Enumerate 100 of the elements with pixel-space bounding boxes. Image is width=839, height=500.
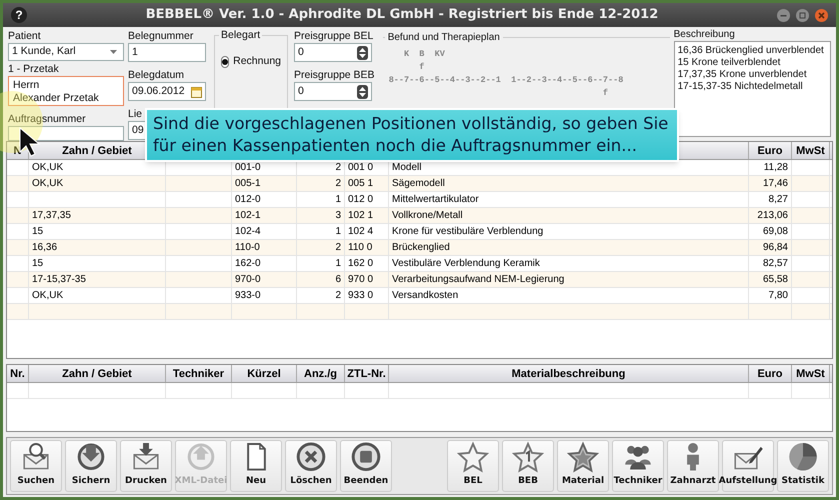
column-header: MwSt — [796, 368, 825, 380]
table-cell: OK,UK — [32, 178, 64, 189]
group-label: Befund und Therapieplan — [384, 30, 503, 45]
column-header: ZTL-Nr. — [347, 368, 386, 380]
field-label: Lie — [128, 107, 144, 121]
table-cell: 96,84 — [762, 242, 788, 253]
description-field[interactable]: 16,36 Brückenglied unverblendet 15 Krone teilverblendet 17,37,35 Krone unverblendet 17-15,37-35 Nichtedelmetall — [674, 41, 831, 137]
toolbar-button[interactable]: Neu — [230, 440, 282, 492]
table-cell: 933 0 — [348, 290, 374, 301]
table-cell: 2 — [335, 178, 341, 189]
table-cell: 8,27 — [768, 194, 788, 205]
pie-chart-icon — [787, 441, 819, 472]
table-cell: Vestibuläre Verblendung Keramik — [392, 258, 540, 269]
table-cell: 65,58 — [762, 274, 788, 285]
table-cell: 17-15,37-35 — [32, 274, 86, 285]
column-header: Zahn / Gebiet — [62, 145, 132, 157]
maximize-button[interactable] — [796, 8, 809, 22]
table-cell: Brückenglied — [392, 242, 450, 253]
price-group-spinner[interactable]: 0 — [294, 43, 372, 62]
table-cell: 17,46 — [762, 178, 788, 189]
address-field[interactable]: Herrn Alexander Przetak — [8, 76, 124, 106]
table-cell: 102 4 — [348, 226, 374, 237]
table-cell: 1 — [335, 226, 341, 237]
table-cell: Krone für vestibuläre Verblendung — [392, 226, 544, 237]
field-label: Patient — [8, 29, 42, 43]
table-cell: 2 — [335, 290, 341, 301]
table-cell: 16,36 — [32, 242, 58, 253]
tooltip: Sind die vorgeschlagenen Positionen vollständig, so geben Sie für einen Kassenpatienten noch die Auftragsnummer ein... — [145, 108, 679, 162]
column-header: Euro — [757, 145, 783, 157]
table-cell: 001 0 — [348, 162, 374, 173]
star-icon — [457, 441, 489, 472]
column-header: Euro — [757, 368, 783, 380]
table-cell: 970 0 — [348, 274, 374, 285]
table-cell: Modell — [392, 162, 422, 173]
toolbar-button[interactable]: BEL — [447, 440, 499, 492]
table-cell: 6 — [335, 274, 341, 285]
table-cell: Mittelwertartikulator — [392, 194, 479, 205]
spinner-arrows-icon — [357, 84, 368, 98]
table-cell: 110-0 — [235, 242, 260, 253]
table-cell: 11,28 — [764, 162, 788, 173]
table-cell: Versandkosten — [392, 290, 458, 301]
star-icon — [512, 441, 544, 472]
table-cell: OK,UK — [32, 290, 64, 301]
close-button[interactable] — [815, 8, 828, 22]
toolbar-button[interactable]: Beenden — [340, 440, 392, 492]
minimize-button[interactable] — [777, 8, 790, 22]
star-icon — [567, 441, 599, 472]
table-cell: 005 1 — [348, 178, 374, 189]
column-header: Materialbeschreibung — [512, 368, 626, 380]
field-label: Belegdatum — [128, 68, 186, 82]
dropdown-arrow-icon — [109, 48, 118, 55]
table-cell: Sägemodell — [392, 178, 445, 189]
spinner-arrows-icon — [357, 46, 368, 60]
column-header: Techniker — [172, 368, 224, 380]
column-header: Nr. — [10, 368, 25, 380]
window-title: BEBBEL® Ver. 1.0 - Aphrodite DL GmbH - Registriert bis Ende 12-2012 — [144, 6, 660, 24]
table-cell: 17,37,35 — [32, 210, 71, 221]
toolbar-button[interactable]: Material — [557, 440, 609, 492]
toolbar-button[interactable]: Suchen — [10, 440, 62, 492]
field-label: Preisgruppe BEB — [294, 68, 376, 82]
table-cell: Verarbeitungsaufwand NEM-Legierung — [392, 274, 564, 285]
table-cell: 2 — [335, 242, 341, 253]
field-label: Belegnummer — [128, 29, 194, 43]
table-cell: 162 0 — [348, 258, 374, 269]
toolbar-button[interactable]: Drucken — [120, 440, 172, 492]
document-number-field[interactable]: 1 — [128, 43, 206, 62]
circle-x-icon — [295, 441, 327, 472]
column-header: Anz./g — [304, 368, 337, 380]
table-cell: 213,06 — [757, 210, 788, 221]
table-cell: 82,57 — [762, 258, 788, 269]
column-header: Zahn / Gebiet — [62, 368, 132, 380]
table-cell: 102 1 — [348, 210, 374, 221]
patient-name: 1 - Przetak — [8, 62, 60, 76]
radio-button[interactable]: Rechnung — [221, 54, 281, 70]
table-cell: 012-0 — [235, 194, 261, 205]
table-cell: 933-0 — [235, 290, 261, 301]
help-button[interactable]: ? — [11, 7, 27, 23]
table-cell: OK,UK — [32, 162, 64, 173]
table-cell: 15 — [32, 258, 44, 269]
order-number-field[interactable] — [8, 126, 124, 141]
toolbar-button[interactable]: Sichern — [65, 440, 117, 492]
toolbar-button[interactable]: Techniker — [612, 440, 664, 492]
table-cell: 162-0 — [235, 258, 261, 269]
table-cell: 15 — [32, 226, 44, 237]
toolbar-button[interactable]: BEB — [502, 440, 554, 492]
table-cell: 012 0 — [348, 194, 374, 205]
table-cell: 005-1 — [235, 178, 261, 189]
toolbar-button[interactable]: Statistik — [777, 440, 829, 492]
price-group-spinner[interactable]: 0 — [294, 82, 372, 101]
toolbar-button[interactable]: Löschen — [285, 440, 337, 492]
column-header: MwSt — [796, 145, 825, 157]
table-cell: 001-0 — [235, 162, 261, 173]
field-label: Beschreibung — [674, 29, 736, 41]
dental-chart-text: K B KV — [402, 48, 446, 61]
date-field[interactable]: 09.06.2012 — [128, 82, 206, 101]
table-cell: Vollkrone/Metall — [392, 210, 463, 221]
table-cell: 102-4 — [235, 226, 261, 237]
field-label: Preisgruppe BEL — [294, 29, 374, 43]
toolbar-button[interactable]: Zahnarzt — [667, 440, 719, 492]
patient-dropdown[interactable]: 1 Kunde, Karl — [8, 43, 124, 61]
